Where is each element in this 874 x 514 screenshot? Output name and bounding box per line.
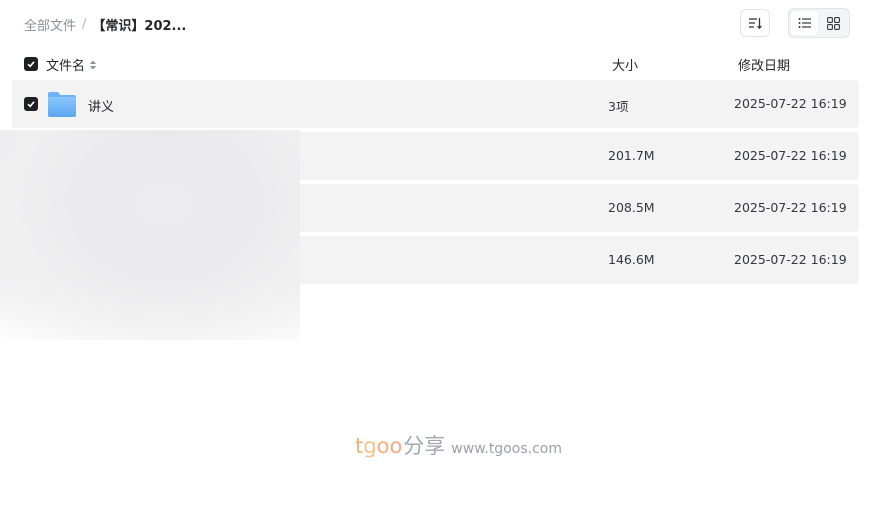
- file-browser: 全部文件 / 【常识】202... 文件名 大小 修改日期 讲义 3项 2025…: [0, 0, 874, 514]
- watermark: tgoo 分享 www.tgoos.com: [355, 430, 562, 460]
- folder-icon: [48, 92, 76, 117]
- file-size: 208.5M: [608, 200, 655, 215]
- column-header-date[interactable]: 修改日期: [738, 55, 790, 74]
- file-date: 2025-07-22 16:19: [734, 148, 847, 163]
- file-name[interactable]: 讲义: [88, 96, 114, 115]
- column-header-name[interactable]: 文件名: [46, 55, 97, 74]
- file-date: 2025-07-22 16:19: [734, 96, 847, 111]
- blurred-redaction: [0, 130, 300, 340]
- select-all-checkbox[interactable]: [24, 57, 38, 71]
- column-header-name-label: 文件名: [46, 59, 86, 74]
- breadcrumb: 全部文件 / 【常识】202...: [24, 14, 186, 34]
- check-icon: [27, 101, 35, 108]
- check-icon: [27, 61, 35, 68]
- file-size: 201.7M: [608, 148, 655, 163]
- watermark-url: www.tgoos.com: [451, 441, 562, 457]
- file-size: 146.6M: [608, 252, 655, 267]
- watermark-share: 分享: [403, 434, 446, 458]
- grid-view-icon: [827, 16, 840, 30]
- column-header-size[interactable]: 大小: [612, 55, 638, 74]
- watermark-brand: tgoo: [355, 434, 403, 458]
- list-view-icon: [798, 18, 811, 28]
- sort-button[interactable]: [740, 9, 770, 37]
- table-row[interactable]: 讲义 3项 2025-07-22 16:19: [12, 80, 859, 128]
- file-date: 2025-07-22 16:19: [734, 200, 847, 215]
- table-header: 文件名 大小 修改日期: [12, 52, 859, 76]
- file-date: 2025-07-22 16:19: [734, 252, 847, 267]
- breadcrumb-separator: /: [82, 16, 87, 32]
- file-size: 3项: [608, 99, 629, 114]
- row-checkbox[interactable]: [24, 97, 38, 111]
- breadcrumb-current: 【常识】202...: [92, 18, 187, 34]
- grid-view-button[interactable]: [820, 11, 847, 35]
- sort-list-icon: [749, 18, 762, 30]
- sort-arrows-icon: [90, 60, 97, 69]
- breadcrumb-root-link[interactable]: 全部文件: [24, 15, 76, 34]
- list-view-button[interactable]: [791, 11, 818, 35]
- view-toggle: [788, 8, 850, 38]
